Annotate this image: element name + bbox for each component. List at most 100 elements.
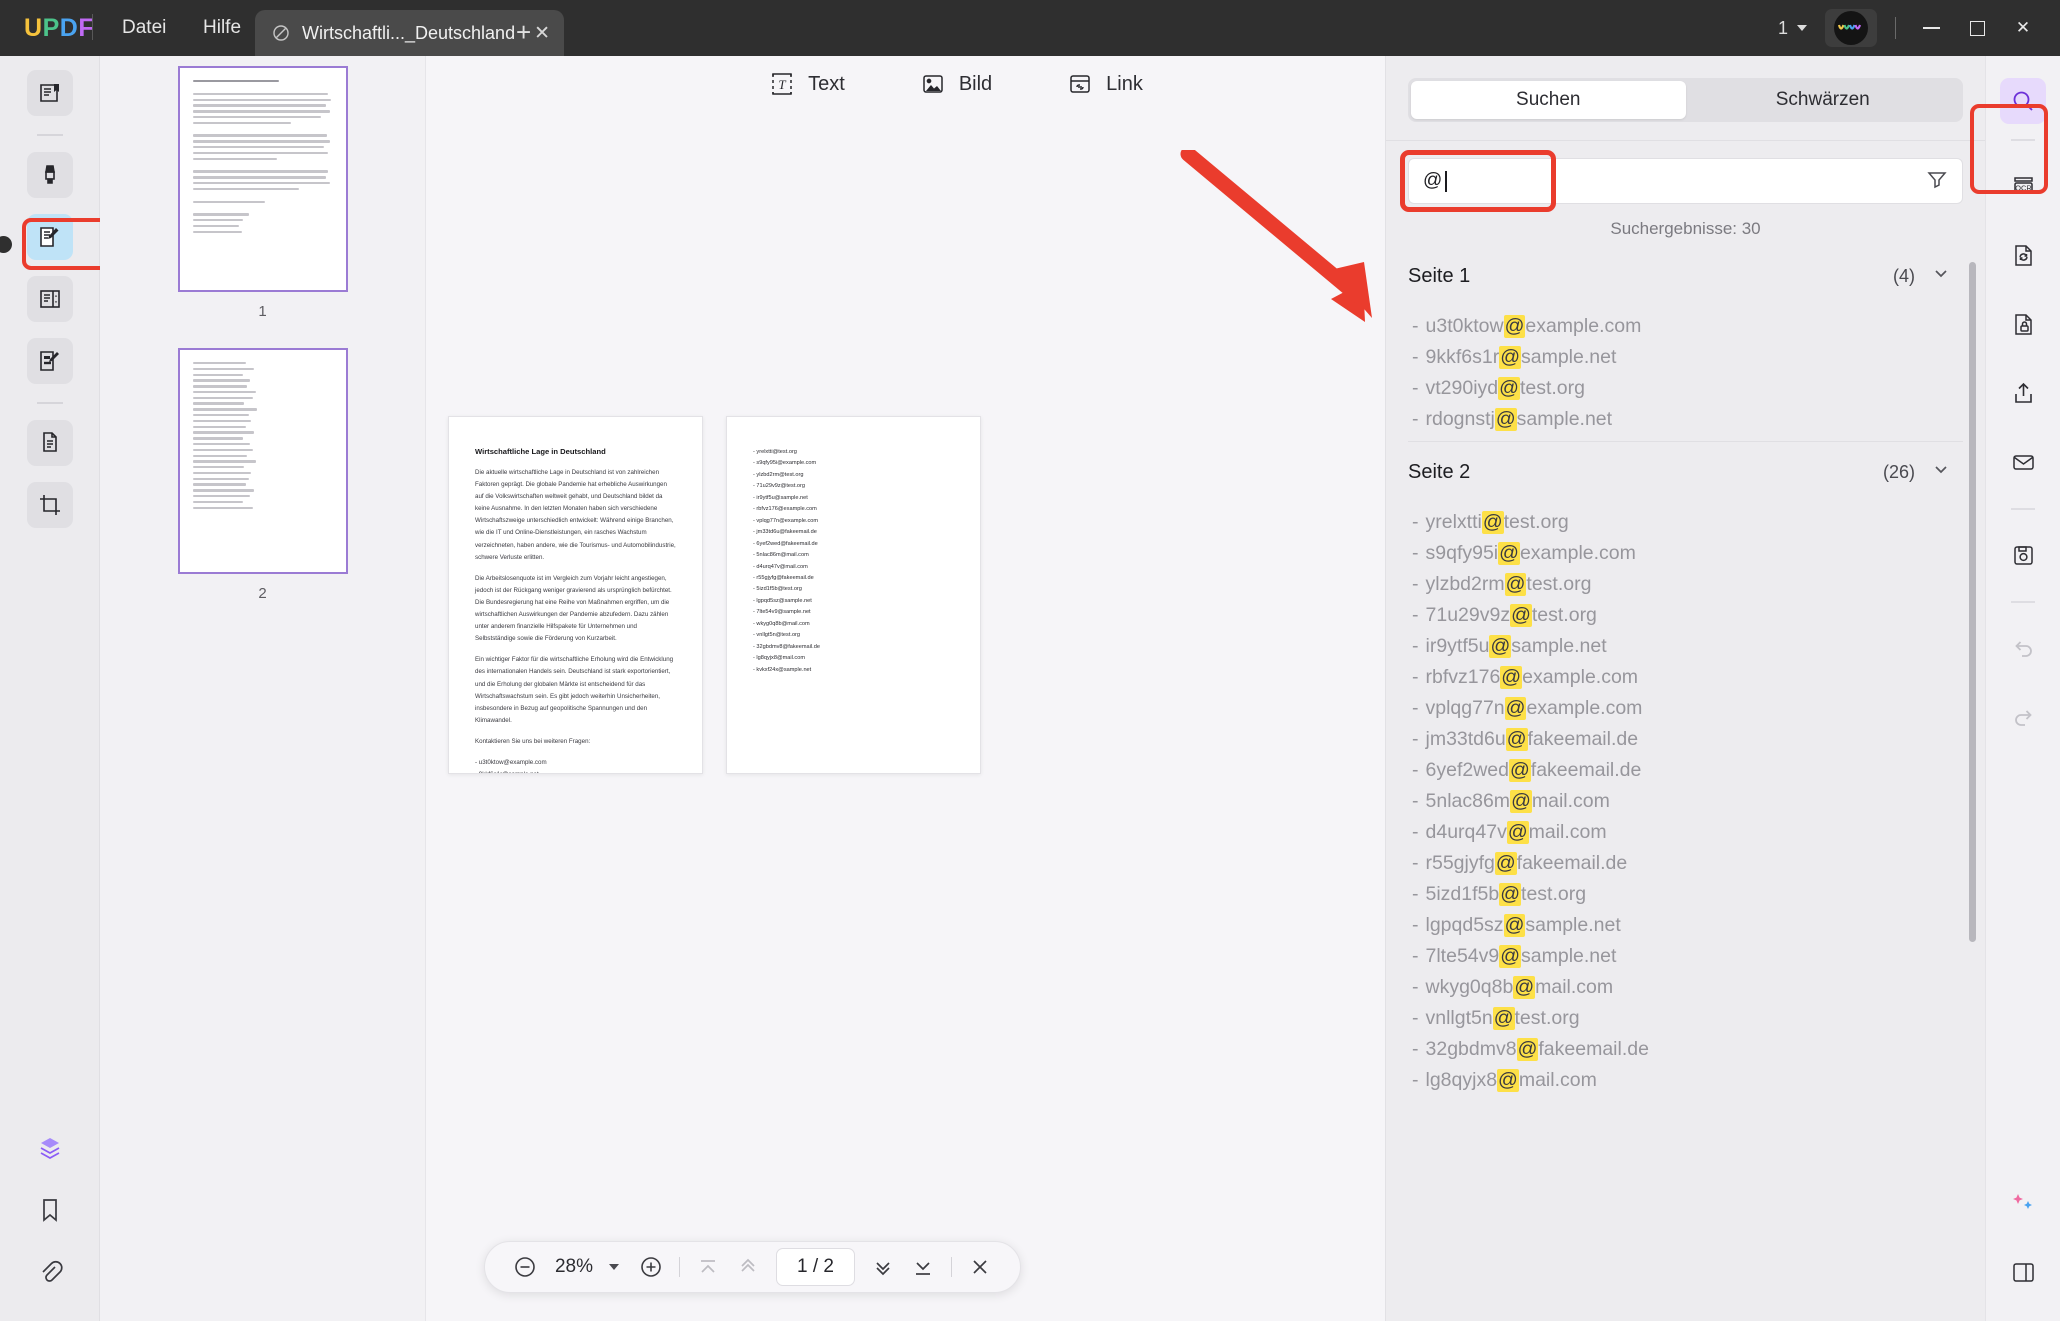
last-page-button[interactable] xyxy=(903,1247,943,1287)
result-match: @ xyxy=(1506,728,1528,751)
list-item[interactable]: -ir9ytf5u@sample.net xyxy=(1386,631,1985,662)
right-item-collapse[interactable] xyxy=(2000,1249,2046,1295)
document-page-1[interactable]: Wirtschaftliche Lage in Deutschland Die … xyxy=(448,416,703,774)
close-navigation-button[interactable] xyxy=(960,1247,1000,1287)
list-item[interactable]: -jm33td6u@fakeemail.de xyxy=(1386,724,1985,755)
sidebar-item-attachment[interactable] xyxy=(27,1249,73,1295)
search-section-header-seite-1[interactable]: Seite 1 (4) xyxy=(1386,252,1985,300)
maximize-button[interactable] xyxy=(1954,0,2000,56)
right-item-share[interactable] xyxy=(2000,370,2046,416)
result-match: @ xyxy=(1495,852,1517,875)
result-suffix: fakeemail.de xyxy=(1531,759,1642,782)
right-item-ocr[interactable]: OCR xyxy=(2000,163,2046,209)
result-match: @ xyxy=(1493,1007,1515,1030)
window-close-button[interactable]: ✕ xyxy=(2000,0,2046,56)
result-prefix: rdognstj xyxy=(1426,408,1495,431)
toolbar-link-button[interactable]: Link xyxy=(1066,70,1143,98)
sidebar-item-annotate[interactable] xyxy=(27,152,73,198)
tab-suchen[interactable]: Suchen xyxy=(1411,81,1686,119)
thumbnail-page-1[interactable]: 1 xyxy=(178,66,348,320)
thumbnail-page-2[interactable]: 2 xyxy=(178,348,348,602)
zoom-out-button[interactable] xyxy=(505,1247,545,1287)
list-item[interactable]: -vplqg77n@example.com xyxy=(1386,693,1985,724)
filter-funnel-icon[interactable] xyxy=(1926,168,1948,195)
sidebar-item-bookmark[interactable] xyxy=(27,1187,73,1233)
list-item[interactable]: -r55gjyfg@fakeemail.de xyxy=(1386,848,1985,879)
list-item[interactable]: -7lte54v9@sample.net xyxy=(1386,941,1985,972)
right-item-protect[interactable] xyxy=(2000,301,2046,347)
sidebar-item-batch[interactable] xyxy=(27,1125,73,1171)
toolbar-image-button[interactable]: Bild xyxy=(919,70,992,98)
list-item[interactable]: -u3t0ktow@example.com xyxy=(1386,311,1985,342)
doc-page2-email-9: - 6yef2wed@fakeemail.de xyxy=(753,539,954,550)
list-item[interactable]: -lgpqd5sz@sample.net xyxy=(1386,910,1985,941)
sidebar-item-edit-pdf[interactable] xyxy=(27,214,73,260)
sidebar-item-reader[interactable] xyxy=(27,70,73,116)
avatar-button[interactable] xyxy=(1825,9,1877,47)
search-input[interactable]: @ xyxy=(1408,158,1963,204)
right-item-undo[interactable] xyxy=(2000,625,2046,671)
right-item-save[interactable] xyxy=(2000,532,2046,578)
search-panel-tabs: Suchen Schwärzen xyxy=(1408,78,1963,122)
panel-toggle-nub[interactable] xyxy=(0,236,12,253)
list-item[interactable]: -32gbdmv8@fakeemail.de xyxy=(1386,1034,1985,1065)
sidebar-item-form[interactable] xyxy=(27,338,73,384)
right-item-ai[interactable] xyxy=(2000,1180,2046,1226)
list-item[interactable]: -s9qfy95i@example.com xyxy=(1386,538,1985,569)
list-item[interactable]: -vt290iyd@test.org xyxy=(1386,373,1985,404)
list-item[interactable]: -5izd1f5b@test.org xyxy=(1386,879,1985,910)
page-indicator[interactable]: 1 / 2 xyxy=(776,1248,855,1286)
zoom-level-value[interactable]: 28% xyxy=(545,1256,603,1278)
right-item-convert[interactable] xyxy=(2000,232,2046,278)
section-gap xyxy=(1386,496,1985,507)
svg-text:OCR: OCR xyxy=(2015,183,2031,192)
maximize-icon xyxy=(1970,21,1985,36)
right-item-redo[interactable] xyxy=(2000,694,2046,740)
list-item[interactable]: -vnllgt5n@test.org xyxy=(1386,1003,1985,1034)
right-item-email[interactable] xyxy=(2000,439,2046,485)
list-item[interactable]: -yrelxtti@test.org xyxy=(1386,507,1985,538)
doc-page2-email-16: - wkyg0q8b@mail.com xyxy=(753,619,954,630)
sidebar-item-organize[interactable] xyxy=(27,276,73,322)
window-count-dropdown[interactable]: 1 xyxy=(1766,18,1819,39)
search-section-header-seite-2[interactable]: Seite 2 (26) xyxy=(1386,448,1985,496)
search-results-list[interactable]: Seite 1 (4) -u3t0ktow@example.com -9kkf6… xyxy=(1386,252,1985,1321)
close-icon[interactable]: ✕ xyxy=(534,24,550,43)
new-tab-button[interactable]: + xyxy=(516,19,531,45)
section-gap xyxy=(1386,300,1985,311)
minimize-button[interactable] xyxy=(1908,0,1954,56)
sidebar-item-crop[interactable] xyxy=(27,482,73,528)
tab-schwaerzen[interactable]: Schwärzen xyxy=(1686,81,1961,119)
list-item[interactable]: -9kkf6s1r@sample.net xyxy=(1386,342,1985,373)
zoom-dropdown-caret-icon[interactable] xyxy=(609,1264,619,1270)
list-item[interactable]: -d4urq47v@mail.com xyxy=(1386,817,1985,848)
chevron-down-icon[interactable] xyxy=(1931,459,1951,485)
first-page-button[interactable] xyxy=(688,1247,728,1287)
chevron-down-icon[interactable] xyxy=(1931,263,1951,289)
list-item[interactable]: -rbfvz176@example.com xyxy=(1386,662,1985,693)
list-item[interactable]: -71u29v9z@test.org xyxy=(1386,600,1985,631)
sidebar-item-convert[interactable] xyxy=(27,420,73,466)
zoom-in-button[interactable] xyxy=(631,1247,671,1287)
list-item[interactable]: -rdognstj@sample.net xyxy=(1386,404,1985,435)
prev-page-button[interactable] xyxy=(728,1247,768,1287)
list-item[interactable]: -wkyg0q8b@mail.com xyxy=(1386,972,1985,1003)
list-item[interactable]: -ylzbd2rm@test.org xyxy=(1386,569,1985,600)
menu-datei[interactable]: Datei xyxy=(112,13,176,43)
window-controls: 1 ✕ xyxy=(1766,0,2046,56)
list-item[interactable]: -5nlac86m@mail.com xyxy=(1386,786,1985,817)
toolbar-text-button[interactable]: T Text xyxy=(768,70,845,98)
results-scrollbar-thumb[interactable] xyxy=(1969,262,1976,942)
doc-page1-email-1: - u3t0ktow@example.com xyxy=(475,757,676,769)
list-item[interactable]: -lg8qyjx8@mail.com xyxy=(1386,1065,1985,1096)
document-page-2[interactable]: - yrelxtti@test.org - s9qfy95i@example.c… xyxy=(726,416,981,774)
right-item-search[interactable] xyxy=(2000,78,2046,124)
section-divider xyxy=(1408,441,1963,442)
result-prefix: 7lte54v9 xyxy=(1426,945,1500,968)
list-item[interactable]: -6yef2wed@fakeemail.de xyxy=(1386,755,1985,786)
menu-hilfe[interactable]: Hilfe xyxy=(193,13,251,43)
document-canvas: T Text Bild Li xyxy=(426,56,1485,1321)
next-page-button[interactable] xyxy=(863,1247,903,1287)
result-suffix: sample.net xyxy=(1521,346,1616,369)
result-prefix: 9kkf6s1r xyxy=(1426,346,1500,369)
